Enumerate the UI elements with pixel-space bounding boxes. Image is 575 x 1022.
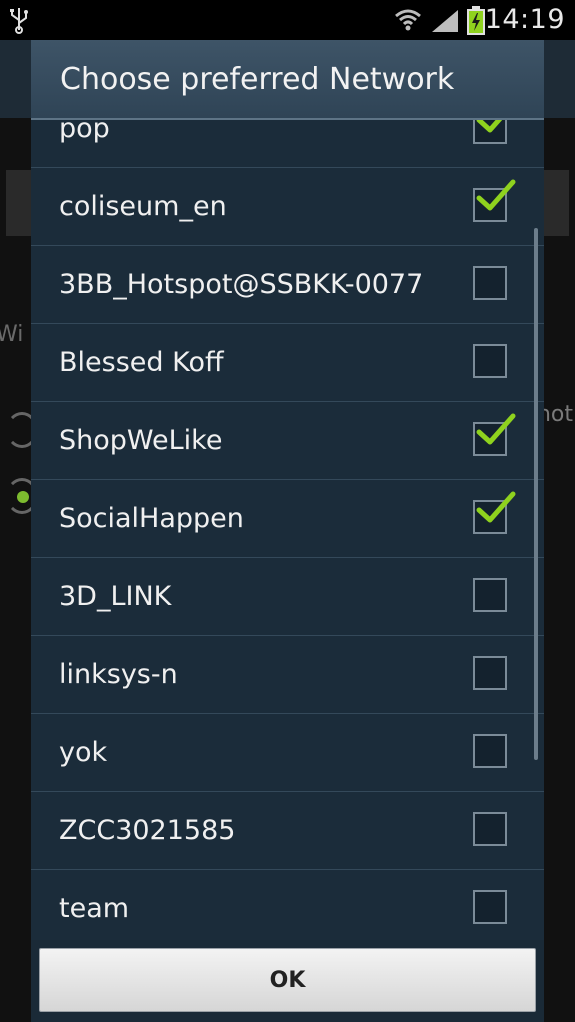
checkmark-icon bbox=[476, 120, 503, 133]
checkmark-icon bbox=[476, 491, 516, 523]
network-list-item[interactable]: team bbox=[31, 870, 544, 948]
network-name: linksys-n bbox=[59, 659, 178, 690]
network-name: ShopWeLike bbox=[59, 425, 223, 456]
preferred-network-dialog: Choose preferred Network pop coliseum_en… bbox=[31, 40, 544, 1022]
network-checkbox[interactable] bbox=[473, 812, 507, 846]
network-name: SocialHappen bbox=[59, 503, 244, 534]
checkmark-icon bbox=[476, 179, 516, 211]
network-list-item[interactable]: SocialHappen bbox=[31, 480, 544, 558]
dialog-title-bar: Choose preferred Network bbox=[31, 40, 544, 120]
battery-charging-icon bbox=[467, 6, 485, 35]
network-name: 3D_LINK bbox=[59, 581, 172, 612]
network-checkbox[interactable] bbox=[473, 413, 516, 456]
network-list-item[interactable]: ZCC3021585 bbox=[31, 792, 544, 870]
network-list-item[interactable]: ShopWeLike bbox=[31, 402, 544, 480]
network-checkbox[interactable] bbox=[473, 179, 516, 222]
network-list-item[interactable]: 3BB_Hotspot@SSBKK-0077 bbox=[31, 246, 544, 324]
wifi-icon bbox=[395, 9, 421, 31]
network-list-item[interactable]: linksys-n bbox=[31, 636, 544, 714]
network-name: team bbox=[59, 893, 130, 924]
status-clock: 14:19 bbox=[484, 4, 565, 35]
network-name: pop bbox=[59, 120, 110, 144]
network-checkbox[interactable] bbox=[473, 656, 507, 690]
network-list-item[interactable]: 3D_LINK bbox=[31, 558, 544, 636]
network-list[interactable]: pop coliseum_en 3BB_Hotspot@SSBKK-0077 B… bbox=[31, 120, 544, 980]
signal-icon bbox=[432, 10, 458, 32]
background-text-fragment: Wi bbox=[0, 322, 24, 347]
ok-button[interactable]: OK bbox=[39, 948, 536, 1012]
dialog-button-bar: OK bbox=[31, 940, 544, 1022]
network-checkbox[interactable] bbox=[473, 344, 507, 378]
network-name: coliseum_en bbox=[59, 191, 227, 222]
network-checkbox[interactable] bbox=[473, 578, 507, 612]
network-name: 3BB_Hotspot@SSBKK-0077 bbox=[59, 269, 424, 300]
network-list-content: pop coliseum_en 3BB_Hotspot@SSBKK-0077 B… bbox=[31, 120, 544, 948]
network-checkbox[interactable] bbox=[473, 734, 507, 768]
network-list-item[interactable]: Blessed Koff bbox=[31, 324, 544, 402]
network-list-item[interactable]: yok bbox=[31, 714, 544, 792]
network-name: Blessed Koff bbox=[59, 347, 224, 378]
network-list-item[interactable]: pop bbox=[31, 120, 544, 168]
checkmark-icon bbox=[476, 413, 516, 445]
dialog-title: Choose preferred Network bbox=[60, 62, 455, 97]
status-bar: 14:19 bbox=[0, 0, 575, 40]
network-checkbox[interactable] bbox=[473, 890, 507, 924]
network-name: ZCC3021585 bbox=[59, 815, 236, 846]
usb-icon bbox=[10, 8, 28, 34]
network-checkbox[interactable] bbox=[473, 120, 507, 144]
network-checkbox[interactable] bbox=[473, 491, 516, 534]
network-name: yok bbox=[59, 737, 108, 768]
list-scrollbar[interactable] bbox=[534, 228, 538, 760]
network-list-item[interactable]: coliseum_en bbox=[31, 168, 544, 246]
network-checkbox[interactable] bbox=[473, 266, 507, 300]
